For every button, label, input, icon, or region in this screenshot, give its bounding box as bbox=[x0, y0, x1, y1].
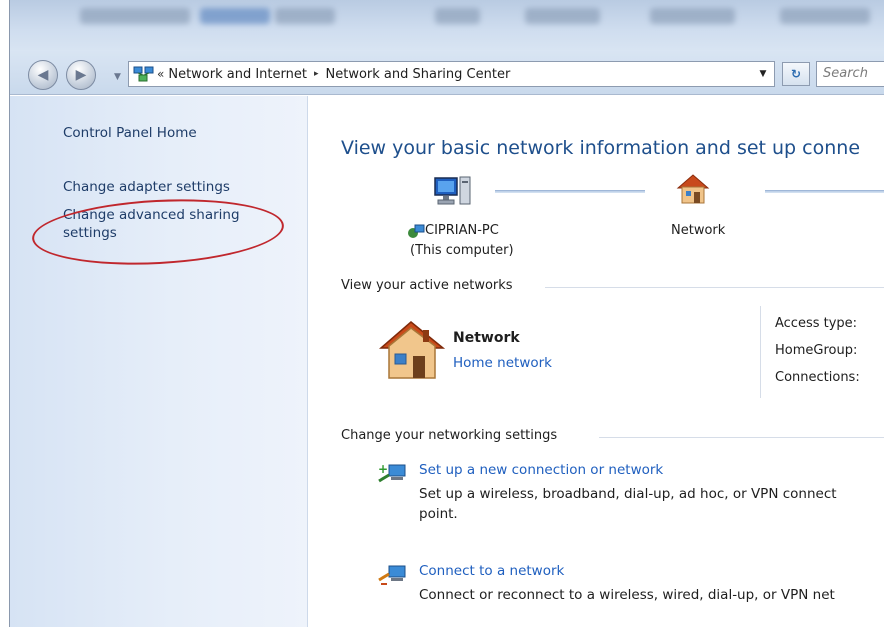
refresh-icon: ↻ bbox=[790, 67, 802, 81]
recent-pages-dropdown[interactable]: ▼ bbox=[114, 72, 121, 82]
computer-name-label: CIPRIAN-PC bbox=[425, 223, 499, 238]
page-title: View your basic network information and … bbox=[341, 137, 861, 159]
blurred-title-badge bbox=[200, 8, 270, 24]
blurred-menu-2 bbox=[525, 8, 600, 24]
back-arrow-icon: ◀ bbox=[37, 67, 49, 83]
blurred-menu-4 bbox=[780, 8, 870, 24]
search-placeholder: Search bbox=[823, 66, 868, 81]
setup-new-connection-link[interactable]: Set up a new connection or network bbox=[419, 462, 663, 478]
connect-network-icon[interactable] bbox=[377, 562, 411, 588]
breadcrumb-separator-icon[interactable]: ▸ bbox=[314, 69, 319, 79]
address-dropdown-icon[interactable]: ▼ bbox=[752, 62, 774, 86]
network-center-icon bbox=[133, 66, 154, 82]
connections-label: Connections: bbox=[775, 370, 860, 385]
network-computer-small-icon bbox=[408, 224, 425, 238]
back-button[interactable]: ◀ bbox=[28, 60, 58, 90]
computer-icon bbox=[434, 176, 471, 205]
explorer-window: ◀ ▶ ▼ « Network and Internet ▸ Network a… bbox=[9, 0, 884, 627]
navigation-bar: ◀ ▶ ▼ « Network and Internet ▸ Network a… bbox=[10, 50, 884, 95]
network-info-divider bbox=[760, 306, 761, 398]
active-network-name: Network bbox=[453, 330, 520, 346]
section-divider bbox=[599, 437, 884, 438]
computer-sub-label: (This computer) bbox=[410, 243, 514, 258]
new-connection-icon[interactable]: + bbox=[377, 461, 411, 487]
sidebar: Control Panel Home Change adapter settin… bbox=[10, 96, 308, 627]
forward-arrow-icon: ▶ bbox=[75, 67, 87, 83]
breadcrumb-sharing-center[interactable]: Network and Sharing Center bbox=[326, 67, 511, 82]
blurred-title-tail bbox=[275, 8, 335, 24]
access-type-label: Access type: bbox=[775, 316, 858, 331]
home-network-link[interactable]: Home network bbox=[453, 355, 552, 371]
refresh-button[interactable]: ↻ bbox=[782, 62, 810, 86]
network-map-label[interactable]: Network bbox=[671, 223, 725, 238]
forward-button[interactable]: ▶ bbox=[66, 60, 96, 90]
active-networks-title: View your active networks bbox=[341, 278, 519, 293]
connect-to-network-link[interactable]: Connect to a network bbox=[419, 563, 564, 579]
connect-to-network-desc: Connect or reconnect to a wireless, wire… bbox=[419, 587, 835, 603]
address-overflow-chevron[interactable]: « bbox=[157, 67, 164, 81]
svg-text:+: + bbox=[378, 462, 388, 476]
home-network-icon[interactable] bbox=[377, 318, 447, 380]
blurred-title bbox=[80, 8, 190, 24]
map-connector-line bbox=[495, 190, 645, 193]
search-input[interactable]: Search bbox=[816, 61, 884, 87]
breadcrumb-network-internet[interactable]: Network and Internet bbox=[168, 67, 307, 82]
setup-new-connection-desc-line1: Set up a wireless, broadband, dial-up, a… bbox=[419, 486, 837, 502]
sidebar-item-change-adapter-settings[interactable]: Change adapter settings bbox=[63, 178, 230, 196]
change-settings-title: Change your networking settings bbox=[341, 428, 564, 443]
network-house-icon bbox=[676, 174, 710, 204]
setup-new-connection-desc: Set up a wireless, broadband, dial-up, a… bbox=[419, 484, 884, 524]
map-connector-line-internet bbox=[765, 190, 884, 193]
blurred-menu-1 bbox=[435, 8, 480, 24]
setup-new-connection-desc-line2: point. bbox=[419, 506, 458, 522]
main-content: View your basic network information and … bbox=[309, 96, 884, 627]
blurred-menu-3 bbox=[650, 8, 735, 24]
highlight-circle bbox=[30, 193, 286, 271]
address-bar[interactable]: « Network and Internet ▸ Network and Sha… bbox=[128, 61, 775, 87]
window-title-glass bbox=[10, 0, 884, 50]
section-divider bbox=[545, 287, 884, 288]
sidebar-item-control-panel-home[interactable]: Control Panel Home bbox=[63, 124, 197, 142]
homegroup-label: HomeGroup: bbox=[775, 343, 858, 358]
